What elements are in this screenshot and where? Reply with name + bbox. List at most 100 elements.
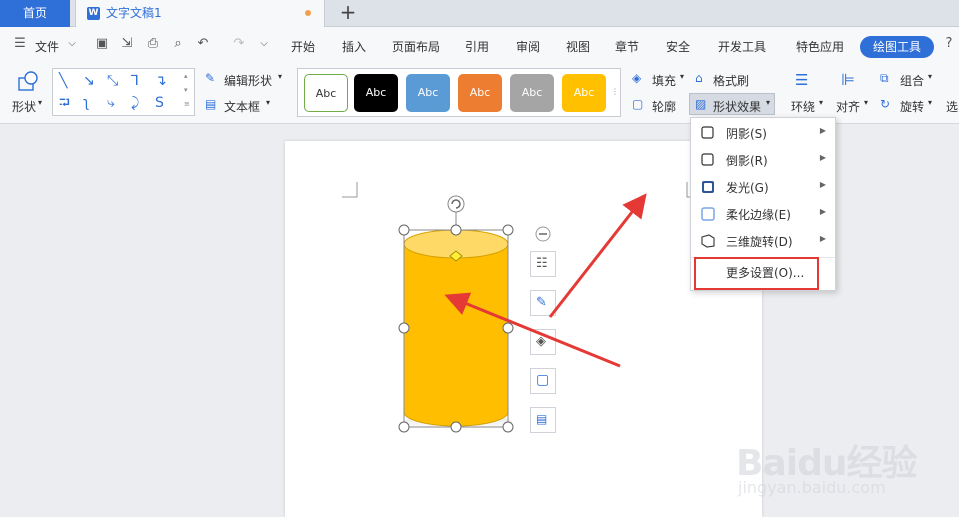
hamburger-menu-icon[interactable]: ☰: [13, 37, 27, 51]
menu-item-reflection[interactable]: 倒影(R) ▶: [691, 147, 835, 174]
chevron-down-icon[interactable]: ⌵: [65, 37, 79, 51]
chevron-down-icon[interactable]: ▾: [819, 98, 823, 107]
menu-references[interactable]: 引用: [465, 38, 489, 55]
fill-button[interactable]: 填充: [652, 72, 676, 89]
style-orange[interactable]: Abc: [458, 74, 502, 112]
group-button[interactable]: 组合: [900, 72, 924, 89]
style-white[interactable]: Abc: [304, 74, 348, 112]
annotation-highlight-box: [694, 257, 819, 290]
scroll-up-icon[interactable]: ▴: [184, 72, 188, 80]
align-button[interactable]: 对齐: [836, 98, 860, 115]
wrap-button[interactable]: 环绕: [791, 98, 815, 115]
menu-item-label: 三维旋转(D): [726, 235, 793, 249]
group-icon[interactable]: ⧉: [880, 71, 889, 86]
menu-item-3d-rotation[interactable]: 三维旋转(D) ▶: [691, 228, 835, 255]
edit-shape-button[interactable]: 编辑形状: [224, 72, 272, 89]
menu-item-label: 发光(G): [726, 181, 769, 195]
s-curve-icon[interactable]: S: [155, 96, 164, 110]
submenu-arrow-icon: ▶: [819, 207, 826, 216]
chevron-down-icon[interactable]: ▾: [680, 72, 684, 81]
arrow-line-icon[interactable]: ↘: [83, 74, 95, 88]
line-shape-icon[interactable]: ╲: [59, 74, 67, 88]
menu-chapter[interactable]: 章节: [615, 38, 639, 55]
menu-review[interactable]: 审阅: [516, 38, 540, 55]
save-icon[interactable]: ▣: [95, 37, 109, 51]
style-gold[interactable]: Abc: [562, 74, 606, 112]
menu-item-label: 阴影(S): [726, 127, 767, 141]
tab-home[interactable]: 首页: [0, 0, 70, 27]
shape-button[interactable]: 形状: [12, 98, 36, 115]
menu-insert[interactable]: 插入: [342, 38, 366, 55]
curve-double-arrow-icon[interactable]: ⤸: [131, 96, 139, 110]
elbow-arrow-icon[interactable]: ↴: [155, 74, 167, 88]
menu-special[interactable]: 特色应用: [796, 38, 844, 55]
text-box-float-button[interactable]: ▤: [530, 407, 556, 433]
text-box-icon[interactable]: ▤: [205, 97, 216, 111]
chevron-down-icon: ▾: [766, 98, 771, 107]
submenu-arrow-icon: ▶: [819, 180, 826, 189]
curve-connector-icon[interactable]: ʅ: [83, 96, 89, 110]
redo-icon[interactable]: ↷: [232, 37, 246, 51]
chevron-down-icon[interactable]: ▾: [864, 98, 868, 107]
undo-icon[interactable]: ↶: [196, 37, 210, 51]
shape-effects-icon: ▨: [695, 97, 707, 111]
chevron-down-icon[interactable]: ▾: [38, 98, 42, 107]
chevron-down-icon[interactable]: ▾: [928, 98, 932, 107]
style-black[interactable]: Abc: [354, 74, 398, 112]
soft-edge-icon: [701, 207, 715, 221]
tab-document[interactable]: W 文字文稿1: [75, 0, 325, 27]
fill-icon[interactable]: ◈: [632, 71, 641, 85]
elbow-double-arrow-icon[interactable]: ⮒: [59, 96, 70, 110]
shadow-icon: [701, 126, 714, 139]
chevron-down-icon[interactable]: ▾: [928, 72, 932, 81]
gallery-expand-icon[interactable]: ≡: [184, 100, 190, 108]
wrap-icon[interactable]: ☰: [795, 71, 808, 89]
gallery-more-icon[interactable]: ⋮: [611, 87, 619, 96]
help-icon[interactable]: ?: [942, 37, 956, 51]
shape-effects-button[interactable]: ▨ 形状效果 ▾: [689, 93, 775, 115]
edit-shape-icon[interactable]: ✎: [205, 71, 215, 85]
select-button[interactable]: 选: [946, 98, 958, 115]
print-preview-icon[interactable]: ⌕: [171, 37, 185, 51]
elbow-connector-icon[interactable]: ⅂: [131, 74, 139, 88]
menu-item-shadow[interactable]: 阴影(S) ▶: [691, 120, 835, 147]
align-icon[interactable]: ⊫: [841, 70, 855, 89]
arrow-to-menu: [548, 193, 647, 318]
scroll-down-icon[interactable]: ▾: [184, 86, 188, 94]
menu-security[interactable]: 安全: [666, 38, 690, 55]
menu-file[interactable]: 文件: [35, 38, 59, 55]
shape-styles-gallery[interactable]: Abc Abc Abc Abc Abc Abc ⋮: [297, 68, 621, 117]
unsaved-indicator: [305, 10, 311, 16]
menu-page-layout[interactable]: 页面布局: [392, 38, 440, 55]
print-icon[interactable]: ⎙: [146, 37, 160, 51]
rotate-button[interactable]: 旋转: [900, 98, 924, 115]
shape-effects-label: 形状效果: [713, 100, 762, 114]
export-icon[interactable]: ⇲: [120, 37, 134, 51]
menu-item-glow[interactable]: 发光(G) ▶: [691, 174, 835, 201]
double-arrow-icon[interactable]: ⤡: [107, 74, 118, 88]
shape-icon[interactable]: [16, 70, 42, 94]
chevron-down-icon[interactable]: ▾: [266, 98, 270, 107]
chevron-down-icon[interactable]: ▾: [278, 72, 282, 81]
menu-start[interactable]: 开始: [291, 38, 315, 55]
plus-icon[interactable]: +: [339, 0, 357, 27]
style-blue[interactable]: Abc: [406, 74, 450, 112]
tab-drawing-tools[interactable]: 绘图工具: [860, 36, 934, 58]
menu-developer[interactable]: 开发工具: [718, 38, 766, 55]
format-painter-icon[interactable]: ⌂: [695, 71, 703, 85]
rotate-icon[interactable]: ↻: [880, 97, 890, 111]
menu-view[interactable]: 视图: [566, 38, 590, 55]
line-shapes-gallery[interactable]: ╲ ↘ ⤡ ⅂ ↴ ⮒ ʅ ⤷ ⤸ S ▴ ▾ ≡: [52, 68, 195, 116]
wps-writer-icon: W: [87, 7, 100, 20]
style-gray[interactable]: Abc: [510, 74, 554, 112]
format-painter-button[interactable]: 格式刷: [713, 72, 749, 89]
document-tab-label: 文字文稿1: [106, 6, 162, 20]
quick-access-more-icon[interactable]: ⌵: [257, 37, 271, 51]
outline-button[interactable]: 轮廓: [652, 98, 676, 115]
3d-rotation-icon: [701, 234, 715, 248]
outline-icon[interactable]: ▢: [632, 97, 643, 111]
curve-arrow-icon[interactable]: ⤷: [107, 96, 115, 110]
text-box-button[interactable]: 文本框: [224, 98, 260, 115]
menu-item-soft-edge[interactable]: 柔化边缘(E) ▶: [691, 201, 835, 228]
submenu-arrow-icon: ▶: [819, 234, 826, 243]
